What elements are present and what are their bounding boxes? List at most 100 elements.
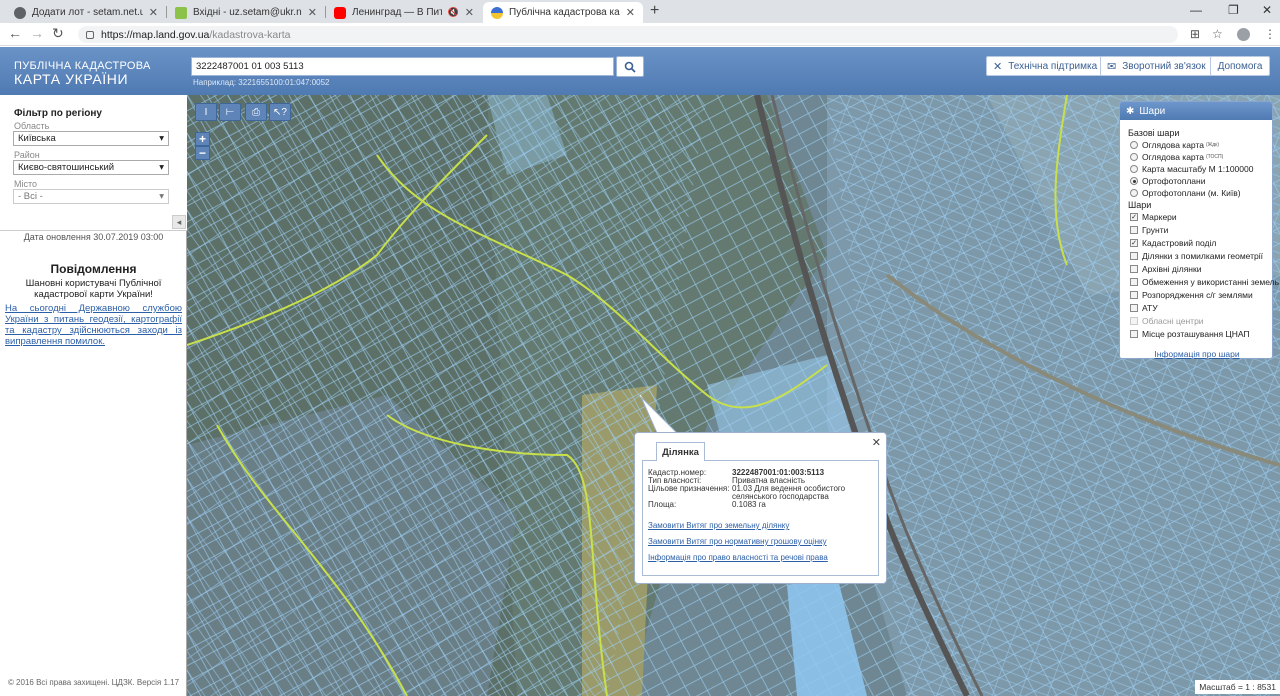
new-tab-button[interactable]: + [650, 2, 659, 20]
printer-icon: ⎙ [252, 106, 260, 118]
gear-icon: ✱ [1126, 105, 1135, 117]
layer-archive-parcels[interactable]: Архівні ділянки [1130, 264, 1201, 274]
layer-land-restrictions[interactable]: Обмеження у використанні земель [1130, 277, 1279, 287]
checkbox-icon [1130, 304, 1138, 312]
base-layer-orthophoto-kyiv[interactable]: Ортофотоплани (м. Київ) [1130, 188, 1241, 198]
reload-icon[interactable]: ↻ [52, 25, 64, 42]
feedback-button[interactable]: ✉ Зворотний зв'язок [1100, 56, 1213, 76]
message-body: Шановні користувачі Публічної кадастрово… [25, 278, 162, 300]
browser-tab-setam[interactable]: Додати лот - setam.net.ua ✕ [6, 2, 166, 23]
restore-icon[interactable]: ❐ [1228, 3, 1239, 17]
identify-button[interactable]: ↖? [269, 103, 291, 121]
close-tab-icon[interactable]: ✕ [149, 6, 158, 19]
layer-atu[interactable]: АТУ [1130, 303, 1158, 313]
copyright: © 2016 Всі права захищені. ЦДЗК. Версія … [7, 678, 180, 687]
help-button[interactable]: Допомога [1210, 56, 1270, 76]
update-date: Дата оновлення 30.07.2019 03:00 [23, 232, 164, 242]
logo-line2: КАРТА УКРАЇНИ [14, 71, 129, 87]
dropdown-arrow-icon: ▾ [159, 191, 164, 202]
collapse-panel-button[interactable]: ◂ [172, 215, 186, 229]
minimize-icon[interactable]: — [1190, 3, 1202, 17]
orthophoto-map[interactable] [187, 95, 1280, 696]
base-layer-overview-zhdk[interactable]: Оглядова карта (Ждк) [1130, 140, 1219, 150]
order-valuation-extract-link[interactable]: Замовити Витяг про нормативну грошову оц… [648, 537, 827, 546]
browser-tab-mail[interactable]: Вхідні - uz.setam@ukr.net ✕ [167, 2, 325, 23]
cadastral-search-input[interactable]: 3222487001 01 003 5113 [191, 57, 614, 76]
map-canvas[interactable]: I ⊢ ⎙ ↖? + − ✱ Шари Базові шари Оглядова … [187, 95, 1280, 696]
support-button[interactable]: ✕ Технічна підтримка [986, 56, 1105, 76]
ukraine-flag-icon [491, 6, 503, 19]
menu-kebab-icon[interactable]: ⋮ [1264, 27, 1276, 41]
address-bar[interactable]: https://map.land.gov.ua/kadastrova-karta [78, 26, 1178, 43]
layer-cadastral-division[interactable]: ✓ Кадастровий поділ [1130, 238, 1216, 248]
ownership-info-link[interactable]: Інформація про право власності та речові… [648, 553, 828, 562]
profile-avatar-icon[interactable] [1237, 28, 1250, 41]
layer-soils[interactable]: Грунти [1130, 225, 1168, 235]
search-button[interactable] [616, 56, 644, 77]
radio-icon [1130, 189, 1138, 197]
forward-icon[interactable]: → [30, 25, 44, 41]
checkbox-icon [1130, 252, 1138, 260]
rayon-select[interactable]: Києво-святошинський ▾ [13, 160, 169, 175]
left-sidebar: Фільтр по регіону Область Київська ▾ Райо… [0, 95, 187, 696]
tools-icon: ✕ [993, 60, 1003, 73]
browser-tab-cadastre[interactable]: Публічна кадастрова карта Укр ✕ [483, 2, 643, 23]
checkbox-icon [1130, 226, 1138, 234]
base-layers-title: Базові шари [1128, 128, 1180, 138]
checkbox-icon [1130, 278, 1138, 286]
close-icon[interactable]: ✕ [872, 436, 881, 449]
radio-icon [1130, 141, 1138, 149]
layer-markers[interactable]: ✓ Маркери [1130, 212, 1177, 222]
base-layer-map-100000[interactable]: Карта масштабу М 1:100000 [1130, 164, 1253, 174]
print-button[interactable]: ⎙ [245, 103, 267, 121]
oblast-select[interactable]: Київська ▾ [13, 131, 169, 146]
zoom-out-button[interactable]: − [195, 146, 210, 160]
checkbox-icon [1130, 330, 1138, 338]
layer-agri-land-disposal[interactable]: Розпорядження с/г землями [1130, 290, 1253, 300]
area-ruler-icon: ⊢ [225, 106, 235, 118]
zoom-in-button[interactable]: + [195, 132, 210, 146]
search-hint: Наприклад: 3221655100:01:047:0052 [193, 78, 330, 87]
close-tab-icon[interactable]: ✕ [465, 6, 474, 19]
browser-tab-strip: Додати лот - setam.net.ua ✕ Вхідні - uz.… [0, 0, 1280, 23]
city-select[interactable]: - Всі - ▾ [13, 189, 169, 204]
checkbox-checked-icon: ✓ [1130, 213, 1138, 221]
close-window-icon[interactable]: ✕ [1262, 3, 1272, 17]
bookmark-star-icon[interactable]: ☆ [1212, 27, 1223, 41]
base-layer-overview-tosp[interactable]: Оглядова карта (ТОСП) [1130, 152, 1223, 162]
layer-geometry-errors[interactable]: Ділянки з помилками геометрії [1130, 251, 1263, 261]
layers-info-link[interactable]: Інформація про шари [1120, 349, 1274, 359]
layer-regional-centers: Обласні центри [1130, 316, 1204, 326]
filter-title: Фільтр по регіону [14, 108, 102, 119]
tab-parcel[interactable]: Ділянка [656, 442, 705, 461]
ruler-icon: I [204, 106, 208, 118]
mute-icon[interactable]: 🔇 [448, 7, 459, 18]
checkbox-checked-icon: ✓ [1130, 239, 1138, 247]
close-tab-icon[interactable]: ✕ [308, 6, 317, 19]
browser-toolbar: ← → ↻ https://map.land.gov.ua/kadastrova… [0, 23, 1280, 46]
radio-icon [1130, 153, 1138, 161]
browser-tab-youtube[interactable]: Ленинград — В Питере - п 🔇 ✕ [326, 2, 482, 23]
measure-length-button[interactable]: I [195, 103, 217, 121]
site-header: ПУБЛІЧНА КАДАСТРОВА КАРТА УКРАЇНИ 322248… [0, 47, 1280, 95]
base-layer-orthophoto[interactable]: Ортофотоплани [1130, 176, 1205, 186]
message-link[interactable]: На сьогодні Державною службою України з … [5, 303, 182, 347]
parcel-info-body: Кадастр.номер: 3222487001:01:003:5113 Тип… [642, 460, 879, 576]
dropdown-arrow-icon: ▾ [159, 133, 164, 144]
overlay-layers-title: Шари [1128, 200, 1152, 210]
close-tab-icon[interactable]: ✕ [626, 6, 635, 19]
translate-icon[interactable]: ⊞ [1190, 27, 1200, 41]
map-scale: Масштаб = 1 : 8531 [1195, 680, 1280, 694]
order-parcel-extract-link[interactable]: Замовити Витяг про земельну ділянку [648, 521, 789, 530]
dropdown-arrow-icon: ▾ [159, 162, 164, 173]
region-filter: Фільтр по регіону Область Київська ▾ Райо… [0, 95, 187, 231]
city-label: Місто [14, 179, 38, 189]
layer-tsnap-location[interactable]: Місце розташування ЦНАП [1130, 329, 1250, 339]
checkbox-icon [1130, 291, 1138, 299]
layers-panel-header[interactable]: ✱ Шари [1120, 102, 1272, 120]
radio-icon [1130, 165, 1138, 173]
measure-area-button[interactable]: ⊢ [219, 103, 241, 121]
parcel-info-popup: ✕ Ділянка Кадастр.номер: 3222487001:01:00… [634, 432, 887, 584]
youtube-icon [334, 6, 346, 19]
back-icon[interactable]: ← [8, 25, 22, 41]
